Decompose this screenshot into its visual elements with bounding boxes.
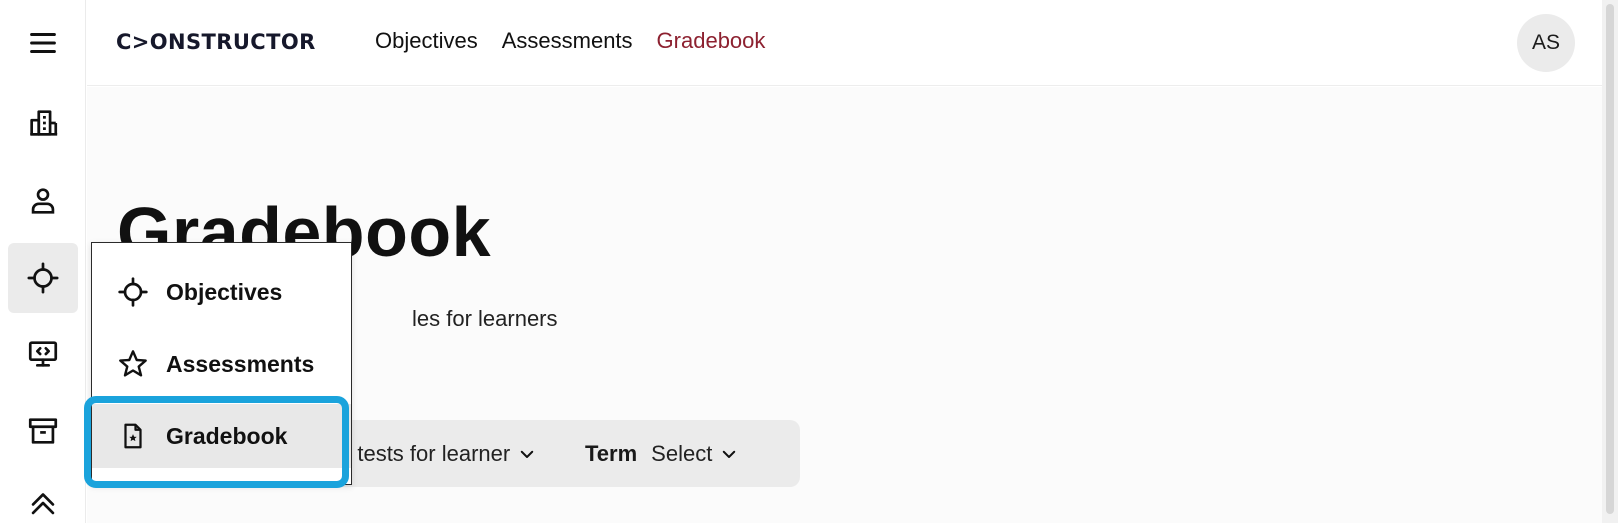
objectives-popover-menu: Objectives Assessments Gradebook [91, 242, 352, 485]
top-nav: Objectives Assessments Gradebook [375, 28, 765, 54]
constructor-logo[interactable]: C>ONSTRUCTOR [116, 30, 316, 54]
chevron-down-icon [520, 450, 534, 458]
page-scrollbar[interactable] [1602, 0, 1618, 523]
top-header: C>ONSTRUCTOR Objectives Assessments Grad… [87, 0, 1602, 86]
chevron-up-icon [31, 493, 55, 515]
rail-archive-button[interactable] [8, 396, 78, 466]
nav-assessments[interactable]: Assessments [502, 28, 633, 54]
person-icon [31, 188, 55, 214]
popover-item-objectives[interactable]: Objectives [92, 260, 351, 324]
archive-icon [28, 418, 58, 444]
popover-item-label: Gradebook [166, 422, 288, 449]
building-icon [30, 110, 58, 136]
test-type-filter[interactable]: g tests for learner [339, 441, 536, 467]
crosshair-icon [116, 275, 150, 309]
rail-objectives-button[interactable] [8, 243, 78, 313]
term-filter[interactable]: Term Select [585, 441, 738, 467]
term-select-value: Select [651, 441, 713, 466]
page-subtitle: les for learners [412, 306, 558, 332]
page-subtitle-text: les for learners [412, 306, 558, 331]
popover-item-assessments[interactable]: Assessments [92, 332, 351, 396]
popover-item-label: Objectives [166, 278, 283, 305]
monitor-code-icon [28, 341, 58, 367]
crosshair-icon [27, 262, 59, 294]
rail-users-button[interactable] [8, 166, 78, 236]
left-rail [0, 0, 86, 523]
document-star-icon [116, 419, 150, 453]
nav-gradebook[interactable]: Gradebook [657, 28, 766, 54]
menu-icon [30, 32, 56, 54]
popover-item-gradebook[interactable]: Gradebook [92, 404, 351, 468]
term-label: Term [585, 441, 638, 466]
chevron-down-icon [723, 450, 736, 458]
popover-item-label: Assessments [166, 350, 315, 377]
menu-button[interactable] [8, 8, 78, 78]
star-icon [116, 347, 150, 381]
rail-collapse-button[interactable] [8, 468, 78, 523]
test-type-value: g tests for learner [339, 441, 511, 466]
rail-organizations-button[interactable] [8, 88, 78, 158]
rail-courses-button[interactable] [8, 319, 78, 389]
scrollbar-thumb[interactable] [1606, 4, 1614, 514]
user-avatar[interactable]: AS [1517, 14, 1575, 72]
nav-objectives[interactable]: Objectives [375, 28, 478, 54]
